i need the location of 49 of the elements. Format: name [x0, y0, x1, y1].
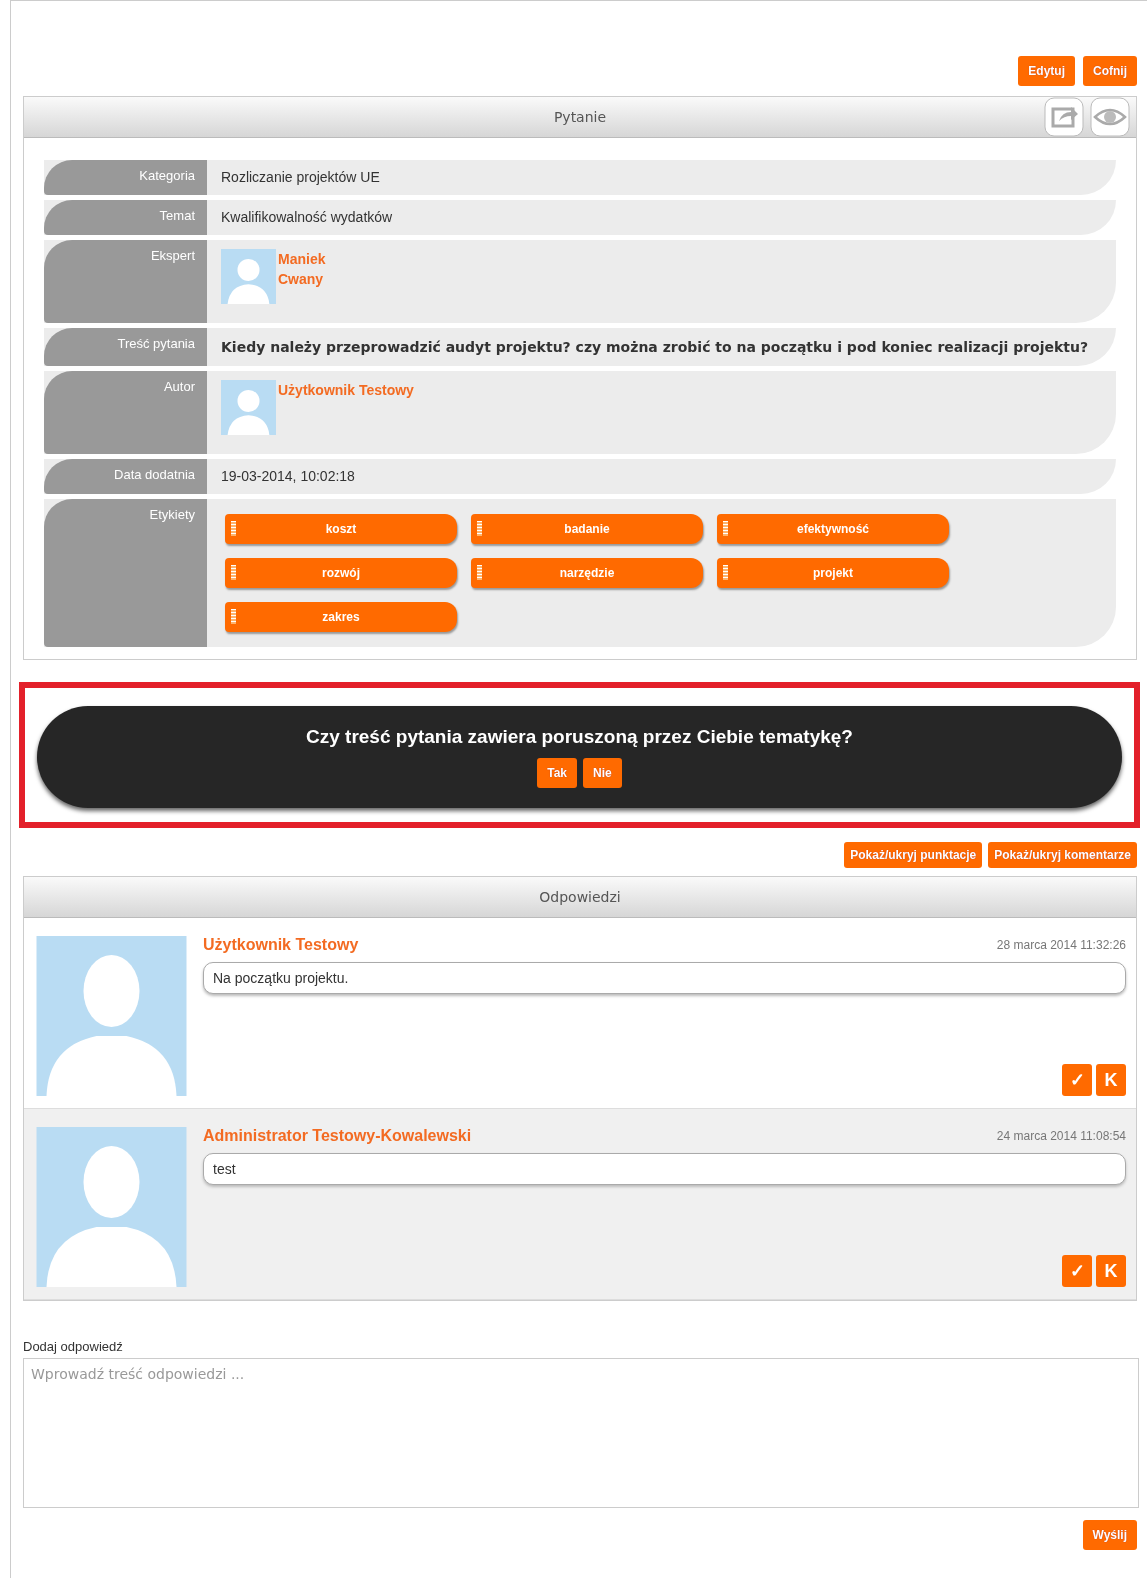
tag-button[interactable]: zakres — [225, 602, 457, 632]
author-link[interactable]: Użytkownik Testowy — [203, 936, 359, 954]
field-label: Temat — [44, 200, 207, 235]
tag-button[interactable]: koszt — [225, 514, 457, 544]
answer-action-button[interactable]: ✓ — [1062, 1064, 1092, 1096]
tag-button[interactable]: narzędzie — [471, 558, 703, 588]
toggle-button[interactable]: Pokaż/ukryj komentarze — [988, 842, 1137, 868]
field-label: Data dodatnia — [44, 459, 207, 494]
person-link[interactable]: Użytkownik Testowy — [278, 380, 414, 400]
panel-title: Odpowiedzi — [539, 889, 621, 905]
tag-button[interactable]: badanie — [471, 514, 703, 544]
tag-button[interactable]: projekt — [717, 558, 949, 588]
field-value: Rozliczanie projektów UE — [221, 169, 380, 185]
share-icon[interactable] — [1044, 97, 1084, 137]
toggle-button[interactable]: Pokaż/ukryj punktacje — [844, 842, 983, 868]
send-button[interactable]: Wyślij — [1082, 1520, 1137, 1550]
eye-icon[interactable] — [1090, 97, 1130, 137]
avatar-icon — [221, 380, 276, 435]
answer-action-button[interactable]: K — [1096, 1255, 1126, 1287]
answer-button[interactable]: Tak — [537, 758, 578, 788]
answer-text: Na początku projektu. — [203, 962, 1126, 994]
action-button[interactable]: Cofnij — [1083, 56, 1137, 86]
action-button[interactable]: Edytuj — [1018, 56, 1075, 86]
person-link[interactable]: Maniek — [278, 249, 326, 269]
author-link[interactable]: Administrator Testowy-Kowalewski — [203, 1127, 472, 1145]
field-label: Ekspert — [44, 240, 207, 323]
field-value: Kwalifikowalność wydatków — [221, 209, 393, 225]
answer-text: test — [203, 1153, 1126, 1185]
tag-button[interactable]: rozwój — [225, 558, 457, 588]
answer-button[interactable]: Nie — [583, 758, 622, 788]
tag-button[interactable]: efektywność — [717, 514, 949, 544]
field-label: Kategoria — [44, 160, 207, 195]
answer-input[interactable]: Wprowadź treść odpowiedzi ... — [23, 1358, 1139, 1508]
field-label: Treść pytania — [44, 328, 207, 366]
answer-action-button[interactable]: ✓ — [1062, 1255, 1092, 1287]
person-link[interactable]: Cwany — [278, 269, 326, 289]
answer-action-button[interactable]: K — [1096, 1064, 1126, 1096]
prompt-question: Czy treść pytania zawiera poruszoną przez Ciebie tematykę? — [306, 726, 853, 748]
avatar-icon — [36, 1127, 187, 1287]
answer-date: 24 marca 2014 11:08:54 — [996, 1129, 1126, 1143]
field-label: Etykiety — [44, 499, 207, 647]
question-text: Kiedy należy przeprowadzić audyt projektu? czy można zrobić to na początku i pod koniec realizacji projektu? — [221, 338, 1090, 357]
answer-date: 28 marca 2014 11:32:26 — [996, 938, 1126, 952]
add-answer-label: Dodaj odpowiedź — [23, 1339, 124, 1354]
avatar-icon — [36, 936, 187, 1096]
avatar-icon — [221, 249, 276, 304]
panel-title: Pytanie — [553, 109, 607, 125]
field-value: 19-03-2014, 10:02:18 — [221, 468, 355, 484]
field-label: Autor — [44, 371, 207, 454]
